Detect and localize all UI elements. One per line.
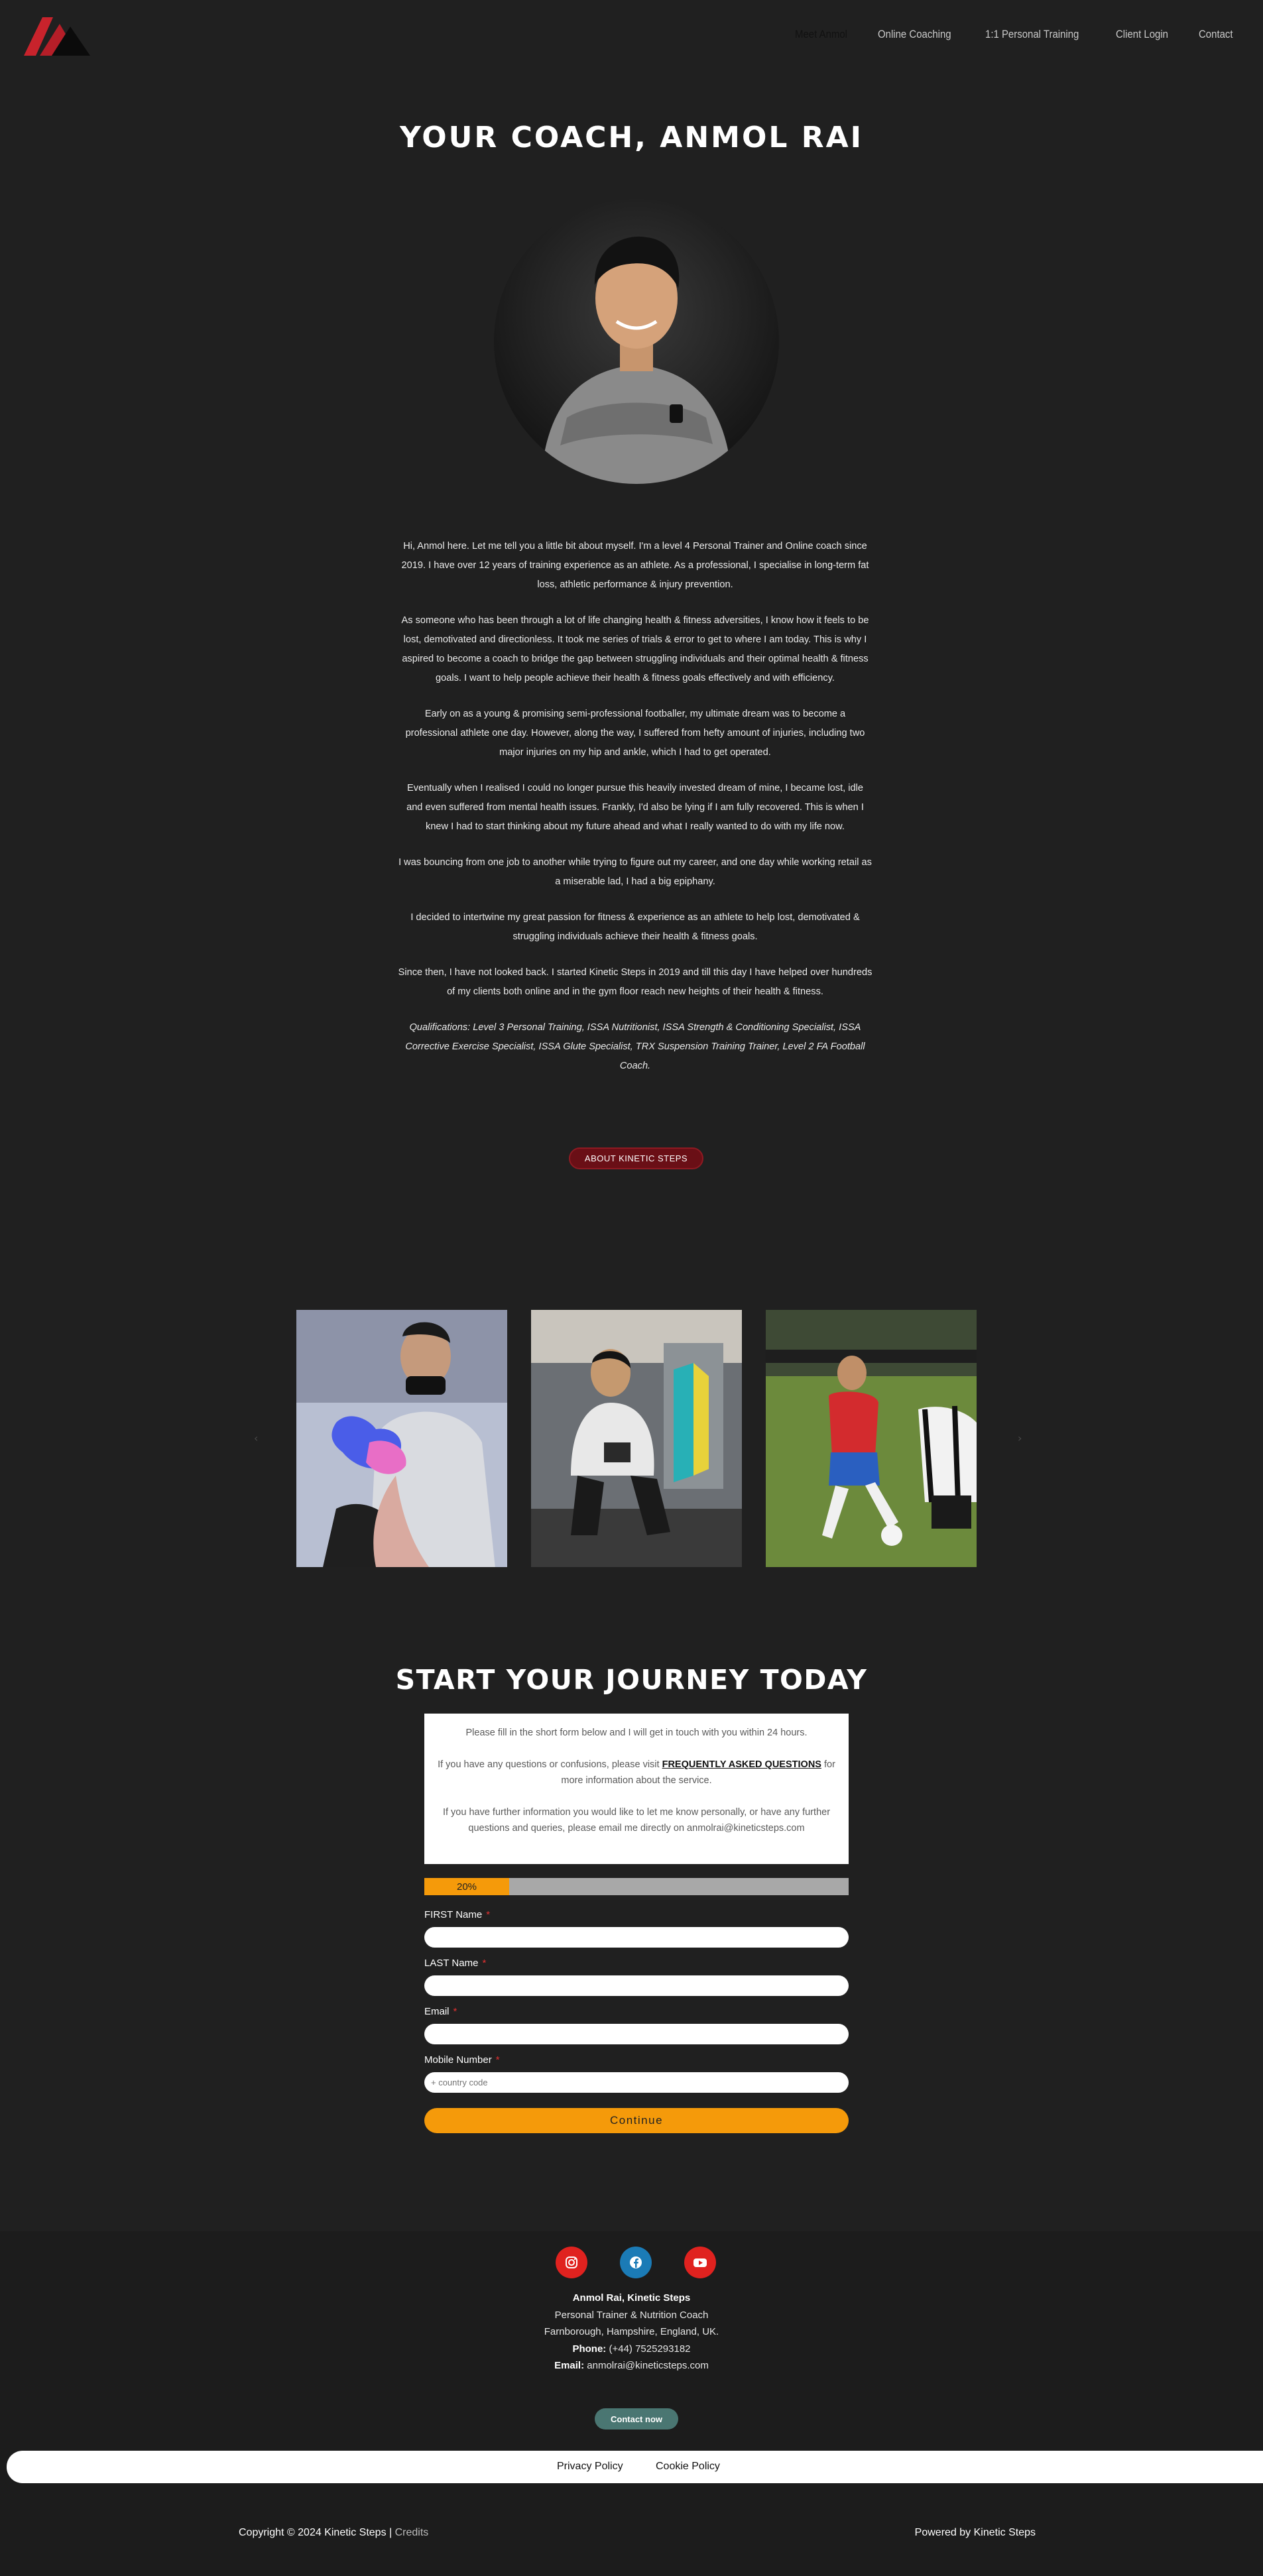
email-label: Email * — [424, 2006, 457, 2017]
facebook-icon[interactable] — [620, 2247, 652, 2278]
bio-paragraph: Since then, I have not looked back. I st… — [398, 967, 872, 997]
credits-link[interactable]: Credits — [395, 2527, 429, 2538]
gallery-photo-injury — [296, 1310, 507, 1567]
bio-paragraph: Early on as a young & promising semi-pro… — [405, 709, 865, 758]
info-text: Please fill in the short form below and … — [465, 1727, 808, 1738]
powered-by: Powered by Kinetic Steps — [914, 2527, 1036, 2538]
about-kinetic-steps-button[interactable]: ABOUT KINETIC STEPS — [569, 1147, 703, 1169]
page-title: YOUR COACH, ANMOL RAI — [399, 121, 864, 154]
form-progress-bar: 20% — [424, 1878, 849, 1895]
contact-phone: Phone: (+44) 7525293182 — [572, 2343, 691, 2355]
site-footer — [0, 2231, 1263, 2576]
policy-bar: Privacy Policy Cookie Policy — [7, 2451, 1263, 2483]
gallery-photo-gym — [531, 1310, 742, 1567]
info-text: If you have further information you woul… — [442, 1807, 831, 1834]
email-input[interactable] — [424, 2024, 849, 2044]
nav-online-coaching[interactable]: Online Coaching — [878, 28, 951, 41]
gallery-next-arrow[interactable]: › — [1018, 1432, 1022, 1444]
last-name-input[interactable] — [424, 1975, 849, 1996]
coach-portrait — [494, 199, 779, 484]
kinetic-steps-logo[interactable] — [23, 12, 92, 60]
mobile-input[interactable] — [424, 2072, 849, 2093]
bio-paragraph: As someone who has been through a lot of… — [401, 615, 869, 683]
contact-location: Farnborough, Hampshire, England, UK. — [544, 2326, 719, 2337]
progress-fill: 20% — [424, 1878, 509, 1895]
last-name-label: LAST Name * — [424, 1958, 487, 1969]
nav-meet-anmol[interactable]: Meet Anmol — [795, 28, 847, 41]
bio-paragraph: I was bouncing from one job to another w… — [398, 857, 872, 887]
gallery-photo-football — [766, 1310, 977, 1567]
coach-bio: Hi, Anmol here. Let me tell you a little… — [398, 537, 872, 1092]
continue-button[interactable]: Continue — [424, 2108, 849, 2133]
bio-paragraph: Hi, Anmol here. Let me tell you a little… — [401, 541, 869, 590]
contact-name: Anmol Rai, Kinetic Steps — [572, 2292, 691, 2304]
form-info-box: Please fill in the short form below and … — [424, 1714, 849, 1864]
contact-info: Anmol Rai, Kinetic Steps Personal Traine… — [0, 2290, 1263, 2374]
contact-now-button[interactable]: Contact now — [595, 2408, 678, 2430]
instagram-icon[interactable] — [556, 2247, 587, 2278]
qualifications: Qualifications: Level 3 Personal Trainin… — [405, 1022, 865, 1071]
faq-link[interactable]: FREQUENTLY ASKED QUESTIONS — [662, 1759, 821, 1770]
nav-personal-training[interactable]: 1:1 Personal Training — [985, 28, 1079, 41]
first-name-label: FIRST Name * — [424, 1909, 491, 1920]
contact-email: Email: anmolrai@kineticsteps.com — [554, 2360, 709, 2371]
main-nav: Meet Anmol Online Coaching 1:1 Personal … — [795, 28, 1238, 41]
privacy-policy-link[interactable]: Privacy Policy — [557, 2461, 623, 2473]
cookie-policy-link[interactable]: Cookie Policy — [656, 2461, 720, 2473]
info-text: If you have any questions or confusions,… — [438, 1759, 835, 1786]
nav-client-login[interactable]: Client Login — [1116, 28, 1168, 41]
mobile-label: Mobile Number * — [424, 2054, 500, 2066]
contact-role: Personal Trainer & Nutrition Coach — [554, 2309, 709, 2321]
journey-title: START YOUR JOURNEY TODAY — [395, 1664, 868, 1696]
bio-paragraph: Eventually when I realised I could no lo… — [406, 783, 864, 832]
bio-paragraph: I decided to intertwine my great passion… — [410, 912, 860, 942]
copyright: Copyright © 2024 Kinetic Steps | Credits — [239, 2527, 429, 2538]
youtube-icon[interactable] — [684, 2247, 716, 2278]
site-header: Meet Anmol Online Coaching 1:1 Personal … — [0, 0, 1263, 73]
nav-contact[interactable]: Contact — [1199, 28, 1233, 41]
gallery-prev-arrow[interactable]: ‹ — [254, 1432, 258, 1444]
first-name-input[interactable] — [424, 1927, 849, 1948]
